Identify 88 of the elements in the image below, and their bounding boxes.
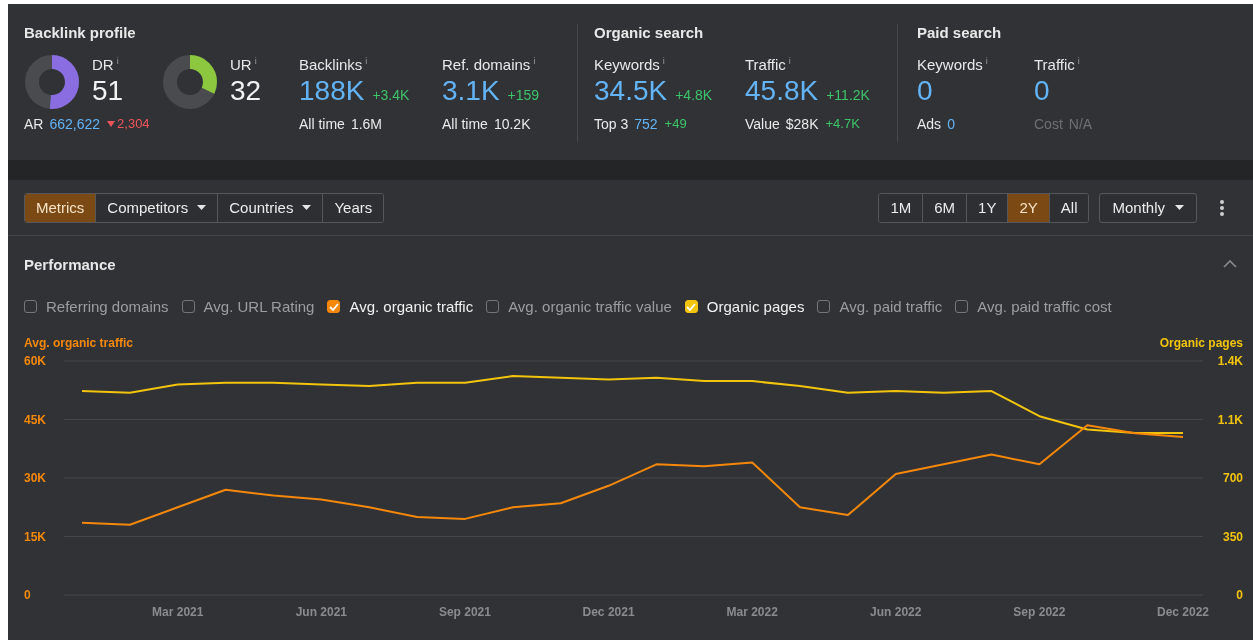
sub-change: +4.7K <box>825 115 860 133</box>
metric-change: +11.2K <box>826 87 870 103</box>
sub-label: Ads <box>917 115 942 133</box>
series-checkbox[interactable]: Organic pages <box>684 298 805 315</box>
metric-label: Keywords <box>594 56 660 74</box>
tick-label: 1.4K <box>1217 354 1243 368</box>
sub-change: +49 <box>664 115 687 133</box>
tick-label: 0 <box>1236 588 1243 602</box>
panel-title: Performance <box>24 255 116 273</box>
axis-title: Avg. organic traffic <box>24 336 133 350</box>
tick-label: 1.1K <box>1217 412 1243 427</box>
sub-label: Top 3 <box>594 115 629 133</box>
check-icon <box>686 302 697 311</box>
info-mark[interactable]: i <box>116 56 119 66</box>
metric-value: 0 <box>917 74 933 108</box>
range-tab[interactable]: All <box>1048 193 1089 222</box>
info-mark[interactable]: i <box>788 56 791 66</box>
metric-label: Traffic <box>745 56 786 74</box>
metric-change: +3.4K <box>372 87 410 103</box>
metric-value: 0 <box>1034 74 1050 108</box>
tick-label: 45K <box>24 412 46 427</box>
series-checkbox[interactable]: Avg. organic traffic value <box>486 298 672 315</box>
metric-value: 3.1K <box>442 74 500 108</box>
metric-value: 45.8K <box>745 74 819 108</box>
tick-label: Mar 2021 <box>152 605 204 619</box>
info-mark[interactable]: i <box>985 56 988 66</box>
metric-change: +4.8K <box>675 87 713 103</box>
metric-label: DR <box>92 56 114 74</box>
sub-value: 10.2K <box>493 115 531 133</box>
metric-value: 34.5K <box>594 74 668 108</box>
more-options-icon[interactable] <box>1219 198 1225 217</box>
sub-value: N/A <box>1068 115 1093 133</box>
tick-label: Jun 2021 <box>295 605 348 619</box>
sub-value[interactable]: 752 <box>634 115 658 133</box>
info-mark[interactable]: i <box>662 56 665 66</box>
tick-label: Dec 2022 <box>1157 605 1209 619</box>
check-icon <box>328 302 339 311</box>
tick-label: 350 <box>1222 529 1243 544</box>
metric-value: 51 <box>92 74 124 108</box>
series-checkbox[interactable]: Avg. URL Rating <box>181 298 315 315</box>
tick-label: 60K <box>24 354 46 368</box>
view-tab[interactable]: Metrics <box>25 193 96 222</box>
sub-label: Cost <box>1034 115 1063 133</box>
collapse-icon[interactable] <box>1223 260 1237 268</box>
section-title: Backlink profile <box>24 24 137 42</box>
sub-label: AR <box>24 115 44 133</box>
series-checkbox[interactable]: Avg. organic traffic <box>327 298 474 315</box>
metric-label: Traffic <box>1034 56 1075 74</box>
metric-label: Ref. domains <box>442 56 531 74</box>
caret-icon <box>1175 205 1184 210</box>
tick-label: 15K <box>24 529 46 544</box>
tick-label: Dec 2021 <box>582 605 635 619</box>
donut-chart <box>162 54 218 110</box>
info-mark[interactable]: i <box>365 56 368 66</box>
metric-label: Keywords <box>917 56 983 74</box>
range-tab[interactable]: 2Y <box>1007 193 1049 222</box>
view-tab[interactable]: Years <box>322 193 384 222</box>
series-checkbox[interactable]: Avg. paid traffic <box>817 298 943 315</box>
tick-label: 700 <box>1222 471 1243 485</box>
series-checkbox[interactable]: Referring domains <box>24 298 169 315</box>
axis-title: Organic pages <box>1159 336 1243 350</box>
metric-label: UR <box>230 56 252 74</box>
tick-label: Sep 2021 <box>438 605 491 619</box>
sub-label: Value <box>745 115 780 133</box>
sub-value[interactable]: 662,622 <box>49 115 101 133</box>
sub-value: 1.6M <box>350 115 383 133</box>
tick-label: Jun 2022 <box>870 605 922 619</box>
down-triangle-icon <box>107 121 116 127</box>
donut-chart <box>24 54 80 110</box>
sub-value[interactable]: 0 <box>947 115 955 133</box>
section-title: Paid search <box>917 24 1003 42</box>
sub-change: 2,304 <box>117 115 150 133</box>
info-mark[interactable]: i <box>533 56 536 66</box>
metric-value: 188K <box>299 74 365 108</box>
tick-label: Sep 2022 <box>1013 605 1066 619</box>
tick-label: Mar 2022 <box>726 605 778 619</box>
info-mark[interactable]: i <box>254 56 257 66</box>
interval-dropdown[interactable]: Monthly <box>1099 192 1197 223</box>
series-checkbox[interactable]: Avg. paid traffic cost <box>955 298 1112 315</box>
sub-label: All time <box>299 115 345 133</box>
sub-value: $28K <box>785 115 819 133</box>
metric-value: 32 <box>230 74 262 108</box>
tick-label: 30K <box>24 471 46 485</box>
tick-label: 0 <box>24 588 31 602</box>
metric-change: +159 <box>507 87 540 103</box>
sub-label: All time <box>442 115 488 133</box>
metric-label: Backlinks <box>299 56 363 74</box>
section-title: Organic search <box>594 24 705 42</box>
